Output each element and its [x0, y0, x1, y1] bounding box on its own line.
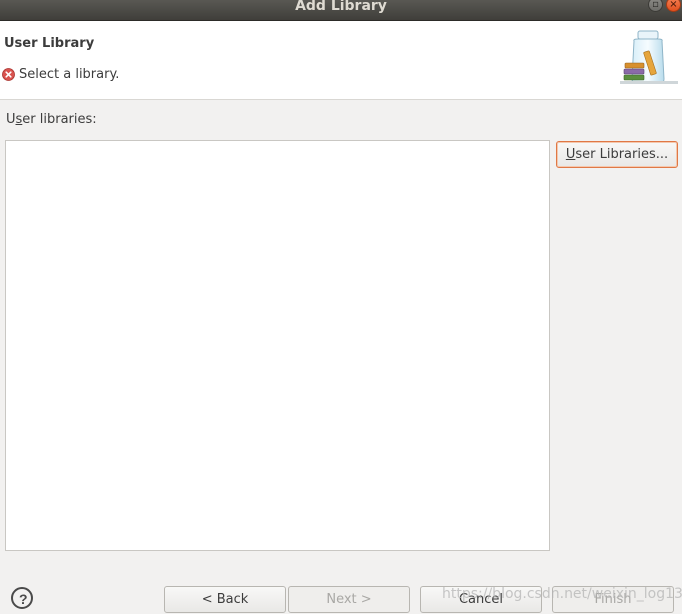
label-part: U: [6, 112, 16, 127]
button-mnemonic: U: [565, 147, 576, 162]
title-bar[interactable]: Add Library ▫ ×: [0, 0, 682, 21]
user-libraries-button[interactable]: User Libraries...: [556, 141, 678, 168]
library-jar-icon: [614, 21, 682, 87]
next-button[interactable]: Next >: [288, 586, 410, 613]
button-label: ser Libraries...: [575, 147, 669, 162]
window-title: Add Library: [295, 0, 387, 14]
user-libraries-label: User libraries:: [6, 112, 97, 127]
add-library-dialog: Add Library ▫ × User Library Select a li…: [0, 0, 682, 614]
back-button[interactable]: < Back: [164, 586, 286, 613]
label-part: er libraries:: [22, 112, 97, 127]
user-libraries-list[interactable]: [5, 140, 550, 551]
status-message-text: Select a library.: [19, 66, 120, 82]
cancel-button[interactable]: Cancel: [420, 586, 542, 613]
status-message: Select a library.: [2, 66, 119, 82]
help-button[interactable]: ?: [11, 587, 33, 609]
error-icon: [2, 67, 15, 81]
page-title: User Library: [4, 36, 95, 51]
finish-button[interactable]: Finish: [552, 586, 674, 613]
wizard-header: User Library Select a library.: [0, 21, 682, 100]
